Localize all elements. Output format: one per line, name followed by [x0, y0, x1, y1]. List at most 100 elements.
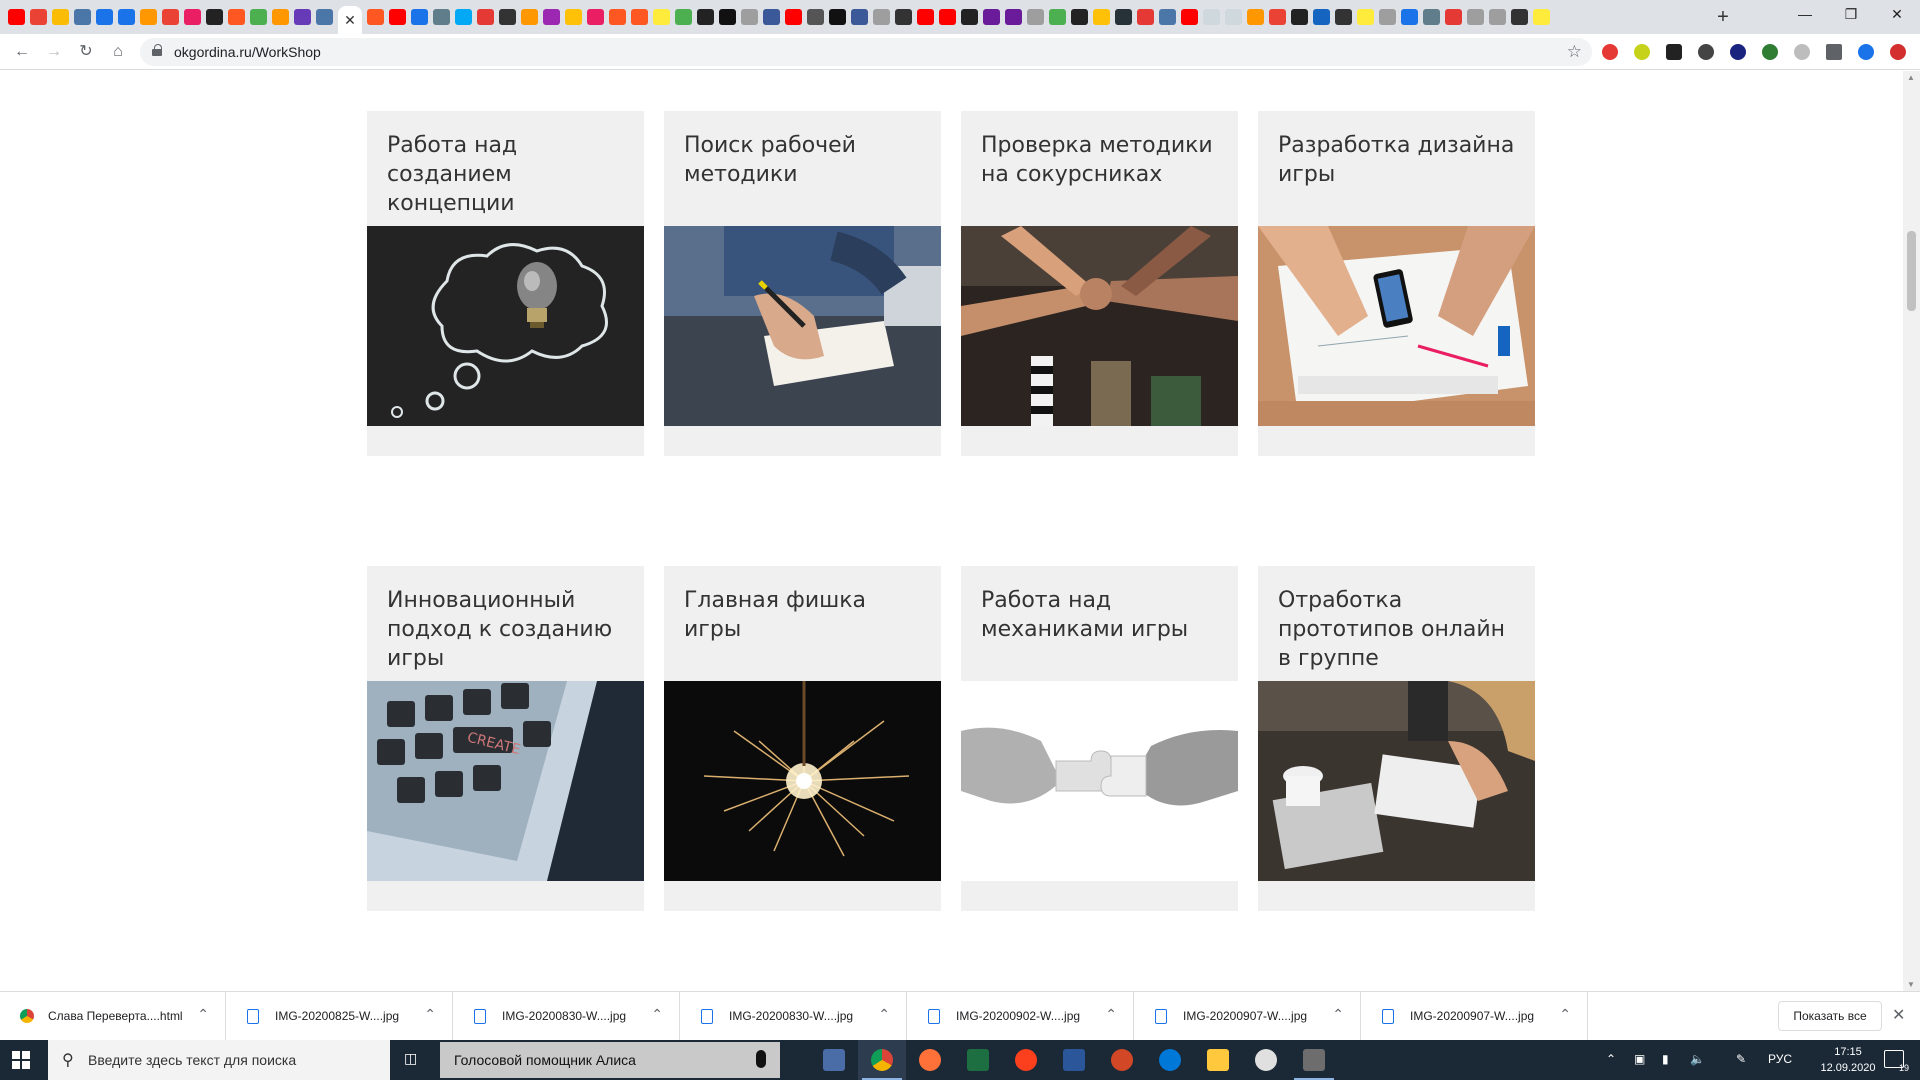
close-window-button[interactable]: ✕ [1874, 0, 1920, 30]
word-app-icon[interactable] [1050, 1040, 1098, 1080]
profile-avatar[interactable] [1858, 44, 1874, 60]
volume-icon[interactable]: 🔈 [1690, 1052, 1705, 1066]
tab-favicon[interactable] [250, 9, 267, 25]
address-bar[interactable]: okgordina.ru/WorkShop ☆ [140, 38, 1592, 66]
reload-icon[interactable]: ↻ [74, 40, 98, 64]
tab-favicon[interactable] [1533, 9, 1550, 25]
extension-icon[interactable] [1634, 44, 1650, 60]
tab-favicon[interactable] [96, 9, 113, 25]
workshop-card[interactable]: Инновационный подход к созданию игры CRE… [367, 566, 644, 911]
video-editor-app-icon[interactable] [1290, 1040, 1338, 1080]
scroll-up-icon[interactable]: ▲ [1907, 73, 1915, 82]
chevron-up-icon[interactable]: ⌃ [1105, 1006, 1117, 1023]
extension-icon[interactable] [1730, 44, 1746, 60]
workshop-card[interactable]: Работа над созданием концепции [367, 111, 644, 456]
chrome-app-icon[interactable] [858, 1040, 906, 1080]
chevron-up-icon[interactable]: ⌃ [197, 1006, 209, 1023]
tab-favicon[interactable] [1159, 9, 1176, 25]
workshop-card[interactable]: Проверка методики на сокурсниках [961, 111, 1238, 456]
tab-favicon[interactable] [961, 9, 978, 25]
tab-favicon[interactable] [719, 9, 736, 25]
powerpoint-app-icon[interactable] [1098, 1040, 1146, 1080]
tab-favicon[interactable] [294, 9, 311, 25]
minimize-button[interactable]: — [1782, 0, 1828, 30]
tab-favicon[interactable] [52, 9, 69, 25]
tab-favicon[interactable] [1049, 9, 1066, 25]
tab-favicon[interactable] [184, 9, 201, 25]
tab-favicon[interactable] [1137, 9, 1154, 25]
tab-favicon[interactable] [30, 9, 47, 25]
download-item[interactable]: IMG-20200902-W....jpg ⌃ [908, 992, 1134, 1041]
workshop-card[interactable]: Разработка дизайна игры [1258, 111, 1535, 456]
home-icon[interactable]: ⌂ [106, 40, 130, 64]
edge-app-icon[interactable] [1146, 1040, 1194, 1080]
show-all-downloads-button[interactable]: Показать все [1778, 1001, 1882, 1031]
alice-voice-assistant[interactable]: Голосовой помощник Алиса [440, 1042, 780, 1078]
tab-favicon[interactable] [1181, 9, 1198, 25]
download-item[interactable]: Слава Переверта....html ⌃ [0, 992, 226, 1041]
tab-favicon[interactable] [939, 9, 956, 25]
tab-favicon[interactable] [477, 9, 494, 25]
page-scrollbar[interactable]: ▲ ▼ [1903, 71, 1920, 991]
extension-icon[interactable] [1698, 44, 1714, 60]
chevron-up-icon[interactable]: ⌃ [878, 1006, 890, 1023]
scroll-thumb[interactable] [1907, 231, 1916, 311]
scroll-down-icon[interactable]: ▼ [1907, 980, 1915, 989]
download-item[interactable]: IMG-20200907-W....jpg ⌃ [1135, 992, 1361, 1041]
tab-favicon[interactable] [587, 9, 604, 25]
tab-favicon[interactable] [499, 9, 516, 25]
notifications-icon[interactable]: 19 [1884, 1050, 1909, 1073]
tab-favicon[interactable] [1313, 9, 1330, 25]
tab-favicon[interactable] [8, 9, 25, 25]
tab-favicon[interactable] [1005, 9, 1022, 25]
system-clock[interactable]: 17:15 12.09.2020 [1818, 1044, 1878, 1076]
tab-favicon[interactable] [1071, 9, 1088, 25]
tab-favicon[interactable] [807, 9, 824, 25]
taskbar-search[interactable]: ⚲ Введите здесь текст для поиска [48, 1040, 390, 1080]
close-shelf-icon[interactable]: ✕ [1892, 1005, 1905, 1025]
tab-favicon[interactable] [675, 9, 692, 25]
tab-favicon[interactable] [565, 9, 582, 25]
tab-favicon[interactable] [917, 9, 934, 25]
tab-favicon[interactable] [1401, 9, 1418, 25]
tab-favicon[interactable] [1511, 9, 1528, 25]
workshop-card[interactable]: Отработка прототипов онлайн в группе [1258, 566, 1535, 911]
task-view-icon[interactable]: ◫ [404, 1050, 424, 1070]
tab-favicon[interactable] [631, 9, 648, 25]
workshop-card[interactable]: Главная фишка игры [664, 566, 941, 911]
puzzle-extensions-icon[interactable] [1826, 44, 1842, 60]
restore-button[interactable]: ❐ [1828, 0, 1874, 30]
tab-favicon[interactable] [1357, 9, 1374, 25]
chevron-up-icon[interactable]: ⌃ [1606, 1052, 1616, 1066]
tab-favicon[interactable] [1115, 9, 1132, 25]
tab-favicon[interactable] [1445, 9, 1462, 25]
bookmark-star-icon[interactable]: ☆ [1567, 42, 1582, 62]
tab-favicon[interactable] [367, 9, 384, 25]
tab-favicon[interactable] [140, 9, 157, 25]
tab-favicon[interactable] [118, 9, 135, 25]
tab-favicon[interactable] [1467, 9, 1484, 25]
tab-favicon[interactable] [1247, 9, 1264, 25]
tab-favicon[interactable] [1379, 9, 1396, 25]
tab-favicon[interactable] [653, 9, 670, 25]
tab-favicon[interactable] [411, 9, 428, 25]
tab-favicon[interactable] [873, 9, 890, 25]
tab-favicon[interactable] [433, 9, 450, 25]
tab-favicon[interactable] [162, 9, 179, 25]
tab-favicon[interactable] [895, 9, 912, 25]
tab-favicon[interactable] [228, 9, 245, 25]
forward-icon[interactable]: → [42, 40, 66, 64]
tab-favicon[interactable] [741, 9, 758, 25]
tab-favicon[interactable] [785, 9, 802, 25]
calculator-app-icon[interactable] [810, 1040, 858, 1080]
pen-icon[interactable]: ✎ [1736, 1052, 1746, 1066]
tab-favicon[interactable] [521, 9, 538, 25]
url-text[interactable]: okgordina.ru/WorkShop [174, 44, 321, 60]
tab-favicon[interactable] [829, 9, 846, 25]
display-icon[interactable]: ▣ [1634, 1052, 1645, 1066]
tab-favicon[interactable] [1093, 9, 1110, 25]
tab-favicon[interactable] [1269, 9, 1286, 25]
tab-favicon[interactable] [389, 9, 406, 25]
tab-favicon[interactable] [851, 9, 868, 25]
tab-favicon[interactable] [1291, 9, 1308, 25]
